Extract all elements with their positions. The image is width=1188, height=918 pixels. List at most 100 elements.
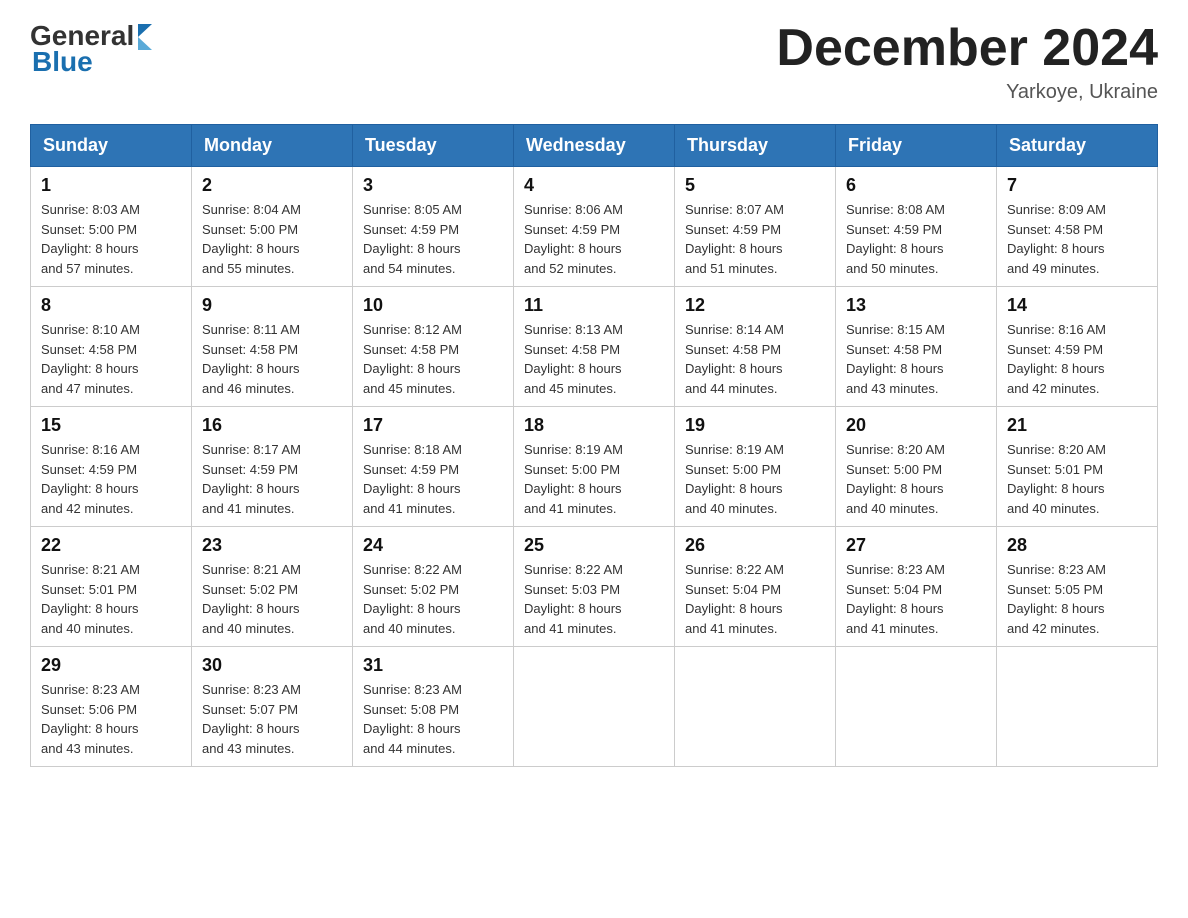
month-title: December 2024 <box>776 20 1158 77</box>
day-number: 25 <box>524 535 664 556</box>
day-info: Sunrise: 8:05 AM Sunset: 4:59 PM Dayligh… <box>363 200 503 278</box>
day-number: 23 <box>202 535 342 556</box>
day-info: Sunrise: 8:22 AM Sunset: 5:02 PM Dayligh… <box>363 560 503 638</box>
calendar-cell: 26 Sunrise: 8:22 AM Sunset: 5:04 PM Dayl… <box>675 527 836 647</box>
day-number: 11 <box>524 295 664 316</box>
logo: General Blue <box>30 20 152 78</box>
calendar-cell: 24 Sunrise: 8:22 AM Sunset: 5:02 PM Dayl… <box>353 527 514 647</box>
calendar-cell: 16 Sunrise: 8:17 AM Sunset: 4:59 PM Dayl… <box>192 407 353 527</box>
day-info: Sunrise: 8:23 AM Sunset: 5:04 PM Dayligh… <box>846 560 986 638</box>
logo-icon-triangles <box>138 24 152 50</box>
col-friday: Friday <box>836 125 997 167</box>
day-info: Sunrise: 8:17 AM Sunset: 4:59 PM Dayligh… <box>202 440 342 518</box>
calendar-table: Sunday Monday Tuesday Wednesday Thursday… <box>30 124 1158 767</box>
day-number: 18 <box>524 415 664 436</box>
day-number: 1 <box>41 175 181 196</box>
calendar-cell: 15 Sunrise: 8:16 AM Sunset: 4:59 PM Dayl… <box>31 407 192 527</box>
calendar-cell <box>997 647 1158 767</box>
calendar-cell <box>836 647 997 767</box>
calendar-cell: 7 Sunrise: 8:09 AM Sunset: 4:58 PM Dayli… <box>997 167 1158 287</box>
calendar-cell: 20 Sunrise: 8:20 AM Sunset: 5:00 PM Dayl… <box>836 407 997 527</box>
day-number: 21 <box>1007 415 1147 436</box>
day-info: Sunrise: 8:23 AM Sunset: 5:06 PM Dayligh… <box>41 680 181 758</box>
day-info: Sunrise: 8:03 AM Sunset: 5:00 PM Dayligh… <box>41 200 181 278</box>
title-section: December 2024 Yarkoye, Ukraine <box>776 20 1158 104</box>
calendar-cell: 31 Sunrise: 8:23 AM Sunset: 5:08 PM Dayl… <box>353 647 514 767</box>
day-info: Sunrise: 8:22 AM Sunset: 5:04 PM Dayligh… <box>685 560 825 638</box>
day-info: Sunrise: 8:13 AM Sunset: 4:58 PM Dayligh… <box>524 320 664 398</box>
calendar-cell: 10 Sunrise: 8:12 AM Sunset: 4:58 PM Dayl… <box>353 287 514 407</box>
day-info: Sunrise: 8:08 AM Sunset: 4:59 PM Dayligh… <box>846 200 986 278</box>
day-number: 14 <box>1007 295 1147 316</box>
calendar-cell: 27 Sunrise: 8:23 AM Sunset: 5:04 PM Dayl… <box>836 527 997 647</box>
calendar-cell <box>514 647 675 767</box>
day-info: Sunrise: 8:04 AM Sunset: 5:00 PM Dayligh… <box>202 200 342 278</box>
calendar-cell: 9 Sunrise: 8:11 AM Sunset: 4:58 PM Dayli… <box>192 287 353 407</box>
location: Yarkoye, Ukraine <box>776 81 1158 104</box>
day-number: 28 <box>1007 535 1147 556</box>
page-header: General Blue December 2024 Yarkoye, Ukra… <box>30 20 1158 104</box>
calendar-cell: 13 Sunrise: 8:15 AM Sunset: 4:58 PM Dayl… <box>836 287 997 407</box>
calendar-week-2: 8 Sunrise: 8:10 AM Sunset: 4:58 PM Dayli… <box>31 287 1158 407</box>
day-number: 20 <box>846 415 986 436</box>
day-info: Sunrise: 8:07 AM Sunset: 4:59 PM Dayligh… <box>685 200 825 278</box>
day-number: 31 <box>363 655 503 676</box>
day-number: 19 <box>685 415 825 436</box>
col-saturday: Saturday <box>997 125 1158 167</box>
col-wednesday: Wednesday <box>514 125 675 167</box>
calendar-week-3: 15 Sunrise: 8:16 AM Sunset: 4:59 PM Dayl… <box>31 407 1158 527</box>
day-info: Sunrise: 8:06 AM Sunset: 4:59 PM Dayligh… <box>524 200 664 278</box>
calendar-cell: 28 Sunrise: 8:23 AM Sunset: 5:05 PM Dayl… <box>997 527 1158 647</box>
day-info: Sunrise: 8:19 AM Sunset: 5:00 PM Dayligh… <box>685 440 825 518</box>
day-info: Sunrise: 8:11 AM Sunset: 4:58 PM Dayligh… <box>202 320 342 398</box>
calendar-cell: 29 Sunrise: 8:23 AM Sunset: 5:06 PM Dayl… <box>31 647 192 767</box>
calendar-cell: 30 Sunrise: 8:23 AM Sunset: 5:07 PM Dayl… <box>192 647 353 767</box>
logo-blue-text: Blue <box>32 46 93 78</box>
day-number: 26 <box>685 535 825 556</box>
day-info: Sunrise: 8:20 AM Sunset: 5:00 PM Dayligh… <box>846 440 986 518</box>
day-number: 16 <box>202 415 342 436</box>
day-number: 12 <box>685 295 825 316</box>
calendar-cell: 2 Sunrise: 8:04 AM Sunset: 5:00 PM Dayli… <box>192 167 353 287</box>
calendar-cell: 3 Sunrise: 8:05 AM Sunset: 4:59 PM Dayli… <box>353 167 514 287</box>
day-number: 22 <box>41 535 181 556</box>
day-number: 24 <box>363 535 503 556</box>
day-number: 15 <box>41 415 181 436</box>
day-info: Sunrise: 8:23 AM Sunset: 5:07 PM Dayligh… <box>202 680 342 758</box>
calendar-cell: 12 Sunrise: 8:14 AM Sunset: 4:58 PM Dayl… <box>675 287 836 407</box>
calendar-cell: 5 Sunrise: 8:07 AM Sunset: 4:59 PM Dayli… <box>675 167 836 287</box>
day-number: 8 <box>41 295 181 316</box>
day-number: 30 <box>202 655 342 676</box>
day-number: 9 <box>202 295 342 316</box>
col-monday: Monday <box>192 125 353 167</box>
day-info: Sunrise: 8:10 AM Sunset: 4:58 PM Dayligh… <box>41 320 181 398</box>
calendar-cell <box>675 647 836 767</box>
day-info: Sunrise: 8:09 AM Sunset: 4:58 PM Dayligh… <box>1007 200 1147 278</box>
day-number: 10 <box>363 295 503 316</box>
day-number: 6 <box>846 175 986 196</box>
calendar-cell: 8 Sunrise: 8:10 AM Sunset: 4:58 PM Dayli… <box>31 287 192 407</box>
day-info: Sunrise: 8:23 AM Sunset: 5:08 PM Dayligh… <box>363 680 503 758</box>
day-number: 27 <box>846 535 986 556</box>
day-number: 13 <box>846 295 986 316</box>
day-info: Sunrise: 8:22 AM Sunset: 5:03 PM Dayligh… <box>524 560 664 638</box>
col-thursday: Thursday <box>675 125 836 167</box>
day-info: Sunrise: 8:23 AM Sunset: 5:05 PM Dayligh… <box>1007 560 1147 638</box>
day-info: Sunrise: 8:16 AM Sunset: 4:59 PM Dayligh… <box>41 440 181 518</box>
calendar-cell: 6 Sunrise: 8:08 AM Sunset: 4:59 PM Dayli… <box>836 167 997 287</box>
calendar-cell: 19 Sunrise: 8:19 AM Sunset: 5:00 PM Dayl… <box>675 407 836 527</box>
day-info: Sunrise: 8:15 AM Sunset: 4:58 PM Dayligh… <box>846 320 986 398</box>
day-number: 29 <box>41 655 181 676</box>
calendar-cell: 25 Sunrise: 8:22 AM Sunset: 5:03 PM Dayl… <box>514 527 675 647</box>
day-number: 5 <box>685 175 825 196</box>
day-info: Sunrise: 8:12 AM Sunset: 4:58 PM Dayligh… <box>363 320 503 398</box>
calendar-week-5: 29 Sunrise: 8:23 AM Sunset: 5:06 PM Dayl… <box>31 647 1158 767</box>
col-sunday: Sunday <box>31 125 192 167</box>
day-info: Sunrise: 8:16 AM Sunset: 4:59 PM Dayligh… <box>1007 320 1147 398</box>
calendar-cell: 11 Sunrise: 8:13 AM Sunset: 4:58 PM Dayl… <box>514 287 675 407</box>
calendar-cell: 17 Sunrise: 8:18 AM Sunset: 4:59 PM Dayl… <box>353 407 514 527</box>
calendar-cell: 1 Sunrise: 8:03 AM Sunset: 5:00 PM Dayli… <box>31 167 192 287</box>
day-number: 3 <box>363 175 503 196</box>
calendar-cell: 4 Sunrise: 8:06 AM Sunset: 4:59 PM Dayli… <box>514 167 675 287</box>
day-info: Sunrise: 8:21 AM Sunset: 5:02 PM Dayligh… <box>202 560 342 638</box>
